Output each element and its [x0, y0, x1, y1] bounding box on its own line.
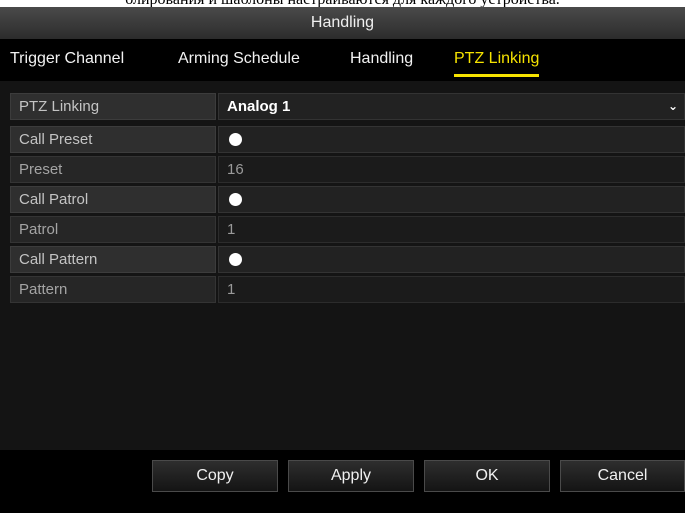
- call-pattern-label: Call Pattern: [10, 246, 216, 273]
- ptz-settings-table: PTZ Linking Analog 1 ⌄ Call Preset Prese…: [10, 93, 685, 306]
- tab-trigger-channel[interactable]: Trigger Channel: [10, 48, 124, 74]
- tab-bar: Trigger Channel Arming Schedule Handling…: [0, 39, 685, 81]
- call-preset-label: Call Preset: [10, 126, 216, 153]
- tab-arming-schedule[interactable]: Arming Schedule: [178, 48, 300, 74]
- call-pattern-radio[interactable]: [229, 253, 242, 266]
- tab-handling[interactable]: Handling: [350, 48, 413, 74]
- ok-button[interactable]: OK: [424, 460, 550, 492]
- apply-button[interactable]: Apply: [288, 460, 414, 492]
- handling-dialog: Handling Trigger Channel Arming Schedule…: [0, 7, 685, 513]
- call-patrol-label: Call Patrol: [10, 186, 216, 213]
- call-pattern-row: Call Pattern: [10, 246, 685, 273]
- preset-row: Preset 16: [10, 156, 685, 183]
- cancel-button[interactable]: Cancel: [560, 460, 685, 492]
- call-preset-row: Call Preset: [10, 126, 685, 153]
- call-patrol-cell: [218, 186, 685, 213]
- pattern-field[interactable]: 1: [218, 276, 685, 303]
- call-patrol-radio[interactable]: [229, 193, 242, 206]
- call-patrol-row: Call Patrol: [10, 186, 685, 213]
- button-bar: Copy Apply OK Cancel: [0, 450, 685, 513]
- patrol-row: Patrol 1: [10, 216, 685, 243]
- preset-label: Preset: [10, 156, 216, 183]
- patrol-label: Patrol: [10, 216, 216, 243]
- ptz-linking-select[interactable]: Analog 1 ⌄: [218, 93, 685, 120]
- ptz-linking-row: PTZ Linking Analog 1 ⌄: [10, 93, 685, 120]
- call-preset-cell: [218, 126, 685, 153]
- copy-button[interactable]: Copy: [152, 460, 278, 492]
- call-pattern-cell: [218, 246, 685, 273]
- preset-field[interactable]: 16: [218, 156, 685, 183]
- ptz-linking-value: Analog 1: [227, 98, 291, 115]
- tab-ptz-linking[interactable]: PTZ Linking: [454, 48, 540, 77]
- chevron-down-icon: ⌄: [667, 99, 678, 113]
- patrol-field[interactable]: 1: [218, 216, 685, 243]
- pattern-label: Pattern: [10, 276, 216, 303]
- pattern-row: Pattern 1: [10, 276, 685, 303]
- dialog-title: Handling: [0, 7, 685, 39]
- call-preset-radio[interactable]: [229, 133, 242, 146]
- ptz-linking-label: PTZ Linking: [10, 93, 216, 120]
